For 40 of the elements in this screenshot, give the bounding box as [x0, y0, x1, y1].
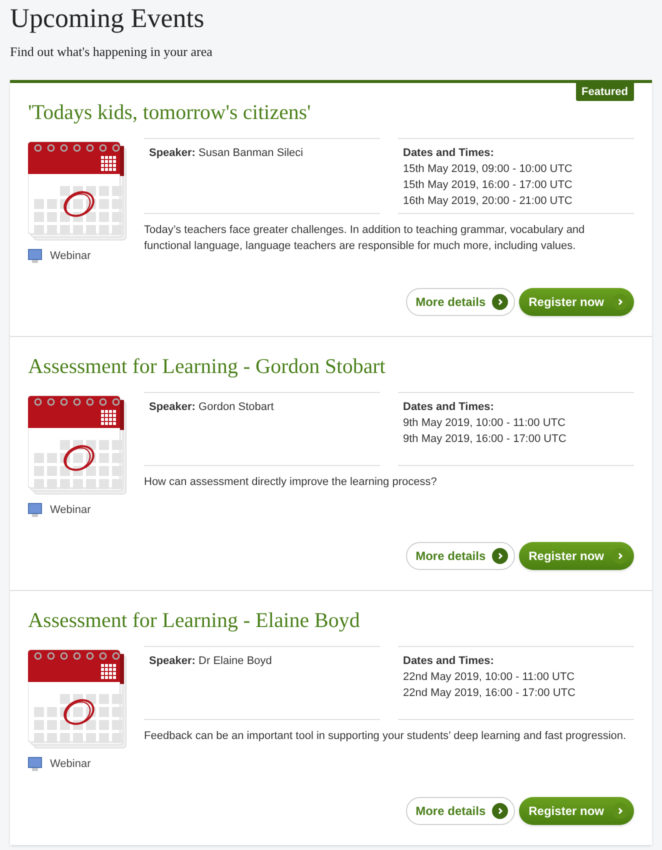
date-time: 15th May 2019, 09:00 - 10:00 UTC — [403, 162, 574, 176]
register-button[interactable]: Register now — [518, 288, 634, 316]
more-details-button[interactable]: More details — [406, 796, 515, 824]
page-title: Upcoming Events — [10, 2, 206, 34]
monitor-icon — [28, 756, 42, 771]
event-title: Assessment for Learning - Elaine Boyd — [28, 606, 360, 634]
monitor-icon — [28, 502, 42, 517]
chevron-icon — [492, 548, 508, 564]
date-time: 15th May 2019, 16:00 - 17:00 UTC — [403, 178, 574, 192]
speaker-text: Speaker: Susan Banman Sileci — [149, 146, 304, 160]
event-description: Feedback can be an important tool in supporting your students’ deep learning and fast progression. — [144, 728, 628, 744]
chevron-icon — [492, 294, 508, 310]
speaker-text: Speaker: Gordon Stobart — [149, 400, 275, 414]
chevron-icon — [612, 294, 628, 310]
chevron-icon — [612, 548, 628, 564]
more-details-button[interactable]: More details — [406, 542, 515, 570]
date-time: 16th May 2019, 20:00 - 21:00 UTC — [403, 194, 574, 208]
date-time: 9th May 2019, 10:00 - 11:00 UTC — [403, 416, 566, 430]
event-description: How can assessment directly improve the learning process? — [144, 474, 438, 490]
event-description: Today’s teachers face greater challenges. In addition to teaching grammar, vocabulary and functional language, language teachers are responsible for much more, including values. — [144, 222, 586, 254]
chevron-icon — [492, 802, 508, 818]
chevron-icon — [612, 802, 628, 818]
date-time: 22nd May 2019, 16:00 - 17:00 UTC — [403, 686, 576, 700]
page-subtitle: Find out what's happening in your area — [10, 43, 214, 61]
date-time: 9th May 2019, 16:00 - 17:00 UTC — [403, 432, 568, 446]
event-type: Webinar — [50, 248, 91, 264]
dates-label: Dates and Times: — [403, 400, 495, 414]
date-time: 22nd May 2019, 10:00 - 11:00 UTC — [403, 670, 576, 684]
dates-label: Dates and Times: — [403, 146, 495, 160]
register-button[interactable]: Register now — [518, 542, 634, 570]
speaker-text: Speaker: Dr Elaine Boyd — [149, 654, 273, 668]
featured-badge: Featured — [576, 82, 634, 101]
event-title: Assessment for Learning - Gordon Stobart — [28, 352, 386, 380]
event-title: 'Todays kids, tomorrow's citizens' — [28, 98, 311, 126]
event-type: Webinar — [50, 756, 91, 772]
event-type: Webinar — [50, 502, 91, 518]
register-button[interactable]: Register now — [518, 796, 634, 824]
dates-label: Dates and Times: — [403, 654, 495, 668]
more-details-button[interactable]: More details — [406, 288, 515, 316]
monitor-icon — [28, 248, 42, 263]
